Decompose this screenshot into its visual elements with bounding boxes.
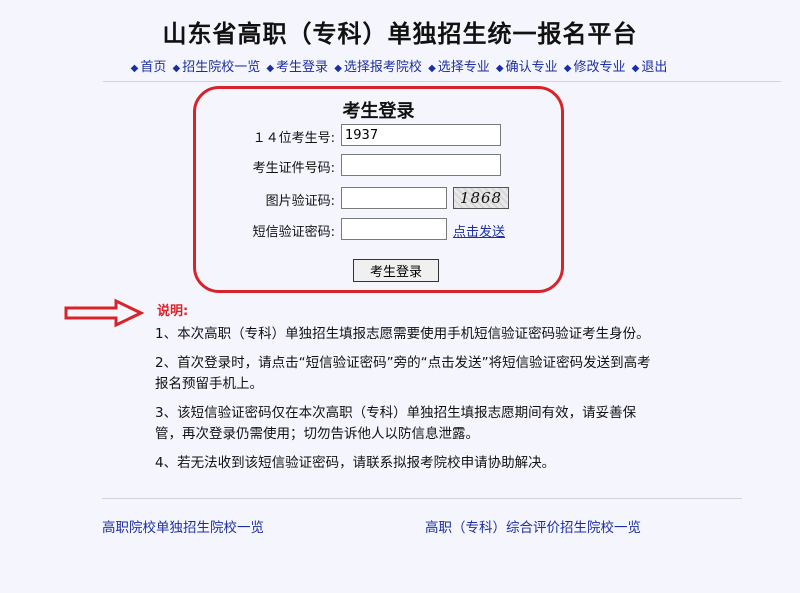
nav-modify-major[interactable]: 修改专业	[573, 60, 625, 75]
footer-link-single-recruit[interactable]: 高职院校单独招生院校一览	[102, 516, 264, 536]
bullet-icon: ◆	[130, 63, 139, 74]
bullet-icon: ◆	[495, 63, 504, 74]
login-title: 考生登录	[342, 101, 415, 122]
sms-row: 短信验证密码: 点击发送	[196, 218, 561, 242]
divider	[102, 498, 742, 499]
bullet-icon: ◆	[334, 63, 342, 74]
nav-confirm-major[interactable]: 确认专业	[506, 60, 558, 75]
note-item: 1、本次高职（专科）单独招生填报志愿需要使用手机短信验证密码验证考生身份。	[155, 326, 650, 342]
captcha-input[interactable]	[341, 187, 447, 209]
login-panel: 考生登录 １４位考生号: 考生证件号码: 图片验证码: 1868 短信验证密码:…	[193, 86, 564, 293]
exam-id-label: １４位考生号:	[252, 131, 335, 146]
send-sms-link[interactable]: 点击发送	[453, 221, 505, 240]
cert-label: 考生证件号码:	[252, 161, 335, 176]
cert-input[interactable]	[341, 154, 501, 176]
note-item: 4、若无法收到该短信验证密码，请联系拟报考院校申请协助解决。	[155, 455, 556, 471]
nav-select-school[interactable]: 选择报考院校	[344, 60, 422, 75]
footer-link-comprehensive-eval[interactable]: 高职（专科）综合评价招生院校一览	[425, 516, 641, 536]
nav-home[interactable]: 首页	[140, 60, 166, 75]
bullet-icon: ◆	[172, 63, 181, 74]
bullet-icon: ◆	[631, 63, 640, 74]
sms-label: 短信验证密码:	[252, 225, 335, 240]
nav-logout[interactable]: 退出	[641, 60, 667, 75]
captcha-row: 图片验证码: 1868	[196, 187, 561, 211]
captcha-label: 图片验证码:	[265, 194, 335, 209]
note-item: 2、首次登录时，请点击“短信验证密码”旁的“点击发送”将短信验证密码发送到高考报…	[155, 355, 651, 392]
top-nav: ◆ 首页 ◆ 招生院校一览 ◆ 考生登录 ◆ 选择报考院校 ◆ 选择专业 ◆ 确认专业 ◆ 修…	[0, 56, 800, 75]
sms-input[interactable]	[341, 218, 447, 240]
captcha-image[interactable]: 1868	[453, 187, 509, 209]
page-title: 山东省高职（专科）单独招生统一报名平台	[162, 20, 638, 48]
bullet-icon: ◆	[563, 63, 572, 74]
note-item: 3、该短信验证密码仅在本次高职（专科）单独招生填报志愿期间有效，请妥善保管，再次…	[155, 405, 637, 442]
notes-list: 1、本次高职（专科）单独招生填报志愿需要使用手机短信验证密码验证考生身份。 2、…	[155, 324, 655, 482]
nav-select-major[interactable]: 选择专业	[438, 60, 490, 75]
nav-schools[interactable]: 招生院校一览	[182, 60, 260, 75]
exam-id-row: １４位考生号:	[196, 124, 561, 148]
red-arrow-icon	[64, 298, 144, 328]
bullet-icon: ◆	[428, 63, 436, 74]
divider	[103, 81, 781, 82]
exam-id-input[interactable]	[341, 124, 501, 146]
nav-login[interactable]: 考生登录	[276, 60, 328, 75]
login-button[interactable]: 考生登录	[353, 259, 439, 282]
notes-title: 说明:	[157, 304, 189, 319]
cert-row: 考生证件号码:	[196, 154, 561, 178]
bullet-icon: ◆	[266, 63, 275, 74]
